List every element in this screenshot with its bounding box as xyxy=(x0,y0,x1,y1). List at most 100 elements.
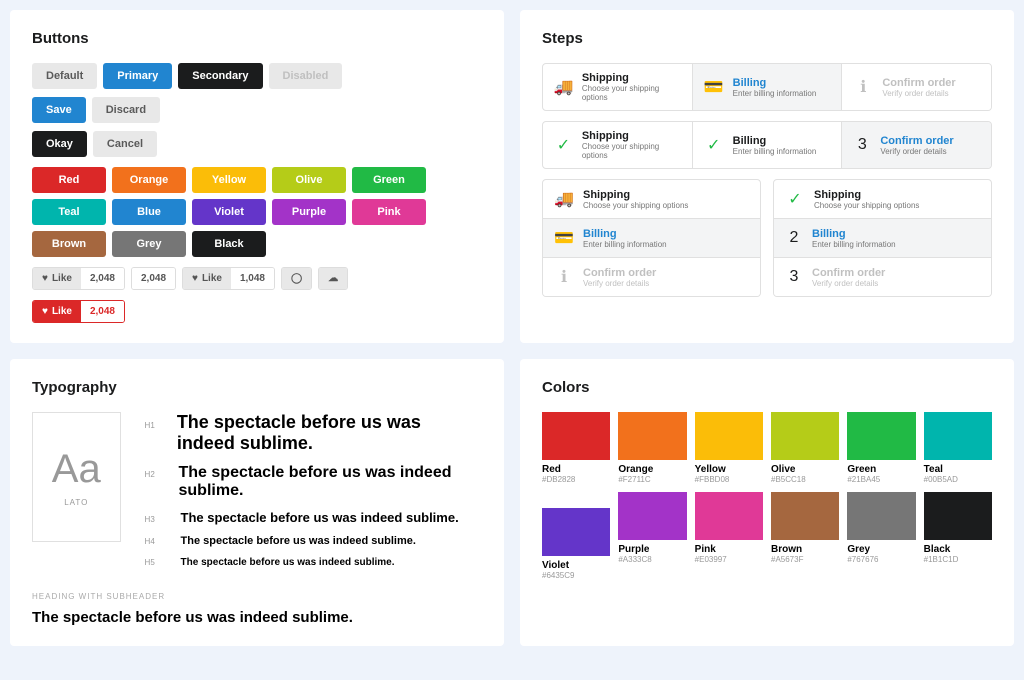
step-billing[interactable]: 2BillingEnter billing information xyxy=(774,218,991,257)
colors-title: Colors xyxy=(542,379,992,396)
orange-button[interactable]: Orange xyxy=(112,167,186,193)
color-box xyxy=(542,508,610,556)
swatch-olive: Olive#B5CC18 xyxy=(771,412,839,484)
h1-sample: The spectacle before us was indeed subli… xyxy=(177,412,482,454)
buttons-card: Buttons Default Primary Secondary Disabl… xyxy=(10,10,504,343)
buttons-title: Buttons xyxy=(32,30,482,47)
card-icon: 💳 xyxy=(553,227,575,249)
color-box xyxy=(771,492,839,540)
steps-card: Steps 🚚ShippingChoose your shipping opti… xyxy=(520,10,1014,343)
heart-icon: Like xyxy=(33,301,81,322)
step-confirm: ℹConfirm orderVerify order details xyxy=(841,64,991,110)
olive-button[interactable]: Olive xyxy=(272,167,346,193)
color-buttons-row: RedOrangeYellowOliveGreenTealBlueVioletP… xyxy=(32,167,482,257)
step-shipping[interactable]: 🚚ShippingChoose your shipping options xyxy=(543,64,692,110)
step-billing[interactable]: ✓BillingEnter billing information xyxy=(692,122,842,168)
like-label-2[interactable]: Like1,048 xyxy=(182,267,275,290)
blue-button[interactable]: Blue xyxy=(112,199,186,225)
grey-button[interactable]: Grey xyxy=(112,231,186,257)
color-box xyxy=(618,412,686,460)
color-box xyxy=(924,412,992,460)
steps-vertical-2: ✓ShippingChoose your shipping options 2B… xyxy=(773,179,992,297)
steps-row-1: 🚚ShippingChoose your shipping options 💳B… xyxy=(542,63,992,111)
color-box xyxy=(924,492,992,540)
subheader-label: HEADING WITH SUBHEADER xyxy=(32,592,482,601)
steps-vertical-1: 🚚ShippingChoose your shipping options 💳B… xyxy=(542,179,761,297)
red-button[interactable]: Red xyxy=(32,167,106,193)
heart-icon: Like xyxy=(183,268,231,289)
info-icon: ℹ xyxy=(852,76,874,98)
swatch-brown: Brown#A5673F xyxy=(771,492,839,580)
swatch-black: Black#1B1C1D xyxy=(924,492,992,580)
cloud-icon: ☁ xyxy=(319,268,347,289)
swatch-green: Green#21BA45 xyxy=(847,412,915,484)
purple-button[interactable]: Purple xyxy=(272,199,346,225)
okay-button[interactable]: Okay xyxy=(32,131,87,157)
h4-sample: The spectacle before us was indeed subli… xyxy=(181,535,416,547)
info-icon: ℹ xyxy=(553,266,575,288)
disabled-button: Disabled xyxy=(269,63,343,89)
card-icon: 💳 xyxy=(703,76,725,98)
teal-button[interactable]: Teal xyxy=(32,199,106,225)
step-confirm: 3Confirm orderVerify order details xyxy=(774,257,991,296)
secondary-button[interactable]: Secondary xyxy=(178,63,262,89)
save-button[interactable]: Save xyxy=(32,97,86,123)
step-shipping[interactable]: ✓ShippingChoose your shipping options xyxy=(774,180,991,218)
color-box xyxy=(695,412,763,460)
font-sample-box: Aa LATO xyxy=(32,412,121,542)
discard-button[interactable]: Discard xyxy=(92,97,160,123)
github-label[interactable]: ◯ xyxy=(281,267,312,290)
truck-icon: 🚚 xyxy=(553,188,575,210)
violet-button[interactable]: Violet xyxy=(192,199,266,225)
steps-row-2: ✓ShippingChoose your shipping options ✓B… xyxy=(542,121,992,169)
green-button[interactable]: Green xyxy=(352,167,426,193)
yellow-button[interactable]: Yellow xyxy=(192,167,266,193)
font-name: LATO xyxy=(64,498,88,507)
h5-sample: The spectacle before us was indeed subli… xyxy=(181,557,395,568)
primary-button[interactable]: Primary xyxy=(103,63,172,89)
count-label[interactable]: 2,048 xyxy=(131,267,176,290)
typography-card: Typography Aa LATO H1The spectacle befor… xyxy=(10,359,504,646)
swatch-grey: Grey#767676 xyxy=(847,492,915,580)
color-box xyxy=(695,492,763,540)
like-label[interactable]: Like2,048 xyxy=(32,267,125,290)
step-shipping[interactable]: ✓ShippingChoose your shipping options xyxy=(543,122,692,168)
colors-card: Colors Red#DB2828Orange#F2711CYellow#FBB… xyxy=(520,359,1014,646)
step-shipping[interactable]: 🚚ShippingChoose your shipping options xyxy=(543,180,760,218)
heart-icon: Like xyxy=(33,268,81,289)
cloud-label[interactable]: ☁ xyxy=(318,267,348,290)
check-icon: ✓ xyxy=(703,134,725,156)
black-button[interactable]: Black xyxy=(192,231,266,257)
swatch-violet: Violet#6435C9 xyxy=(542,508,610,580)
typography-title: Typography xyxy=(32,379,482,396)
step-billing[interactable]: 💳BillingEnter billing information xyxy=(692,64,842,110)
cancel-button[interactable]: Cancel xyxy=(93,131,157,157)
swatch-orange: Orange#F2711C xyxy=(618,412,686,484)
check-icon: ✓ xyxy=(784,188,806,210)
default-button[interactable]: Default xyxy=(32,63,97,89)
swatch-purple: Purple#A333C8 xyxy=(618,492,686,580)
color-box xyxy=(618,492,686,540)
color-box xyxy=(847,412,915,460)
swatch-red: Red#DB2828 xyxy=(542,412,610,484)
step-confirm[interactable]: 3Confirm orderVerify order details xyxy=(841,122,991,168)
h3-sample: The spectacle before us was indeed subli… xyxy=(181,510,459,525)
subheader-text: The spectacle before us was indeed subli… xyxy=(32,609,482,626)
swatch-pink: Pink#E03997 xyxy=(695,492,763,580)
color-box xyxy=(542,412,610,460)
check-icon: ✓ xyxy=(553,134,574,156)
steps-title: Steps xyxy=(542,30,992,47)
brown-button[interactable]: Brown xyxy=(32,231,106,257)
swatch-yellow: Yellow#FBBD08 xyxy=(695,412,763,484)
pink-button[interactable]: Pink xyxy=(352,199,426,225)
github-icon: ◯ xyxy=(282,268,311,289)
truck-icon: 🚚 xyxy=(553,76,574,98)
like-label-red[interactable]: Like2,048 xyxy=(32,300,125,323)
swatch-teal: Teal#00B5AD xyxy=(924,412,992,484)
font-sample: Aa xyxy=(52,447,101,492)
step-billing[interactable]: 💳BillingEnter billing information xyxy=(543,218,760,257)
step-confirm: ℹConfirm orderVerify order details xyxy=(543,257,760,296)
h2-sample: The spectacle before us was indeed subli… xyxy=(179,464,483,500)
color-box xyxy=(847,492,915,540)
color-box xyxy=(771,412,839,460)
